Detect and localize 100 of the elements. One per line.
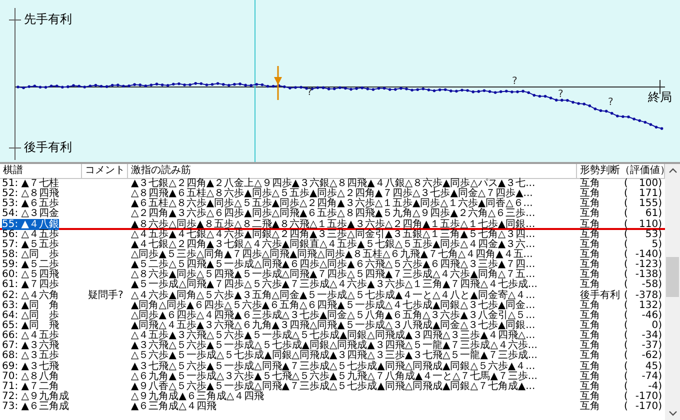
move-cell: 65: ▲同 飛 [2,320,59,331]
paren-text: ( [624,179,629,189]
position-arrow-icon[interactable] [274,66,282,100]
move-cell: 60: △５四飛 [2,269,59,280]
move-cell: 70: △８八角 [2,370,59,382]
paren-text: ( [624,300,629,311]
move-cell: 55: ▲４八銀 [2,218,59,230]
questionable-move-mark: ? [307,88,312,98]
paren-text: ( [624,351,629,362]
reading-line-cell: △４五歩▲４七銀△４六歩▲同銀△２四角▲３三歩△同金引▲３五銀△１三角▲５七角△３四... [131,228,536,240]
paren-text: ( [624,402,629,412]
judgement-cell-text: 互角 [580,382,601,392]
move-cell: 59: ▲５二歩 [2,259,59,270]
paren-text: ( [624,209,629,220]
paren-text: ( [624,310,629,321]
table-row[interactable]: 56: △４五歩 △４五歩▲４七銀△４六歩▲同銀△２四角▲３三歩△同金引▲３五銀△１三角▲５七角△３四... 互角 ( 53) [0,230,665,240]
paren-text: ( [624,392,629,402]
table-row[interactable]: 54: △３四金 △２四角▲３六歩△６四歩▲同歩△同飛▲６五歩△８四飛▲５九角△９四歩▲２六角△６三歩... 互角 ( 61) [0,209,665,220]
comment-cell: 疑問手? [88,290,124,301]
score-cell-text: 45) [645,362,662,372]
score-cell-text: 171) [638,189,662,200]
score-cell-text: -62) [640,351,662,362]
paren-text: ( [624,260,629,270]
judgement-cell-text: 互角 [580,341,601,352]
judgement-cell-text: 後手有利 [580,290,621,301]
chevron-down-icon[interactable] [668,411,676,416]
table-row[interactable]: 69: ▲３七飛 ▲３七飛△５六歩▲５一歩成△同飛▲７三歩成△５七歩成▲同飛△同飛成▲同銀△５六歩▲４... 互角 ( 45) [0,362,665,372]
paren-text: ( [624,320,629,331]
move-cell: 62: △４六角 [2,290,59,301]
table-row[interactable]: 61: ▲７四歩 ▲５一歩成△同飛▲７四歩△５六歩▲７三歩成△４六歩▲３六歩△１三角▲７四飛△４七歩成... 互角 ( -58) [0,280,665,291]
score-cell-text: 155) [638,199,662,210]
paren-text: ( [624,240,629,250]
table-row[interactable]: 62: △４六角 疑問手? △４六歩▲同角△５六歩▲３五角△同金▲５一歩成△５七歩成▲４一と△４八と▲同金寄△４... 後手有利 ( -378) [0,290,665,301]
score-cell-text: -140) [634,250,662,260]
judgement-cell-text: 互角 [580,372,601,382]
reading-line-cell: ▲３七飛△５六歩▲５一歩成△同飛▲７三歩成△５七歩成▲同飛△同飛成▲同銀△５六歩▲４... [131,360,536,372]
score-cell-text: -123) [634,260,662,270]
scrollbar-thumb[interactable] [666,257,679,297]
score-cell-text: 100) [638,179,662,189]
scrollbar[interactable] [665,164,680,420]
move-cell: 63: ▲同 角 [2,300,59,311]
move-cell: 54: △３四金 [2,208,59,220]
paren-text: ( [624,372,629,382]
questionable-move-mark: ? [512,77,518,87]
score-cell-text: -46) [640,310,662,321]
column-header[interactable]: 激指の読み筋 [128,164,577,178]
paren-text: ( [624,280,629,290]
paren-text: ( [624,362,629,372]
table-row[interactable]: 57: ▲５五歩 ▲４七銀△２四角▲３七銀△４六歩▲同銀直△４五歩▲５七銀△５五歩▲同歩△４四金▲３六... 互角 ( 5) [0,240,665,250]
gote-advantage-label: 後手有利 [24,140,72,154]
reading-line-cell: ▲６五桂△８六歩▲同歩△５五歩▲同歩△２四角▲３六歩△１五歩▲同歩△１六歩▲同香△６... [131,198,533,210]
reading-line-cell: ▲９八香△５六歩▲５一歩成△同飛▲７三歩成△５七歩成▲同飛△同飛成▲同銀△７七角成▲... [131,380,536,392]
paren-text: ( [624,220,629,228]
judgement-cell-text: 互角 [580,209,601,220]
score-cell-text: 0) [652,320,662,331]
table-row[interactable]: 71: ▲７二角 ▲９八香△５六歩▲５一歩成△同飛▲７三歩成△５七歩成▲同飛△同飛成▲同銀△７七角成▲... 互角 ( -4) [0,382,665,392]
reading-line-cell: △９九角成▲６三角成△４四飛 [131,390,264,402]
judgement-cell-text: 互角 [580,392,601,402]
judgement-cell-text: 互角 [580,179,601,189]
questionable-move-mark: ? [608,98,614,108]
judgement-cell-text: 互角 [580,310,601,321]
score-cell-text: -37) [640,341,662,352]
table-row[interactable]: 55: ▲４八銀 ▲８六歩△同歩▲８五歩△８二飛▲８六飛△１五歩▲３六歩△２四角▲１五歩△１七歩▲同銀... 互角 ( 110) [0,220,665,230]
judgement-cell-text: 互角 [580,320,601,331]
table-row[interactable]: 73: ▲６三角成 ▲６三角成△４四飛 互角 ( -170) [0,402,665,412]
move-cell: 69: ▲３七飛 [2,360,59,372]
judgement-cell-text: 互角 [580,402,601,412]
move-cell: 58: △同 歩 [2,248,59,260]
score-cell-text: 110) [638,220,662,228]
table-row[interactable]: 70: △８八角 △６九角▲５一歩成△３六歩▲５七飛△５六歩▲５九飛△７八角成▲４一と△７七馬▲７三歩... 互角 ( -74) [0,372,665,382]
column-header[interactable]: 棋譜 [0,164,82,178]
judgement-cell-text: 互角 [580,362,601,372]
judgement-cell-text: 互角 [580,300,601,311]
score-cell-text: -58) [642,280,662,290]
reading-line-cell: △５六歩▲５一歩成△５七歩成▲同銀△同飛成▲３四飛△３三歩▲３七飛△５一龍▲７三歩成... [131,350,538,362]
table-row[interactable]: 68: △３五歩 △５六歩▲５一歩成△５七歩成▲同銀△同飛成▲３四飛△３三歩▲３七飛△５一龍▲７三歩成... 互角 ( -62) [0,351,665,362]
score-cell-text: -170) [634,402,662,412]
reading-line-cell: ▲同角△同歩▲６四歩△５六歩▲６五角△６四飛▲５一歩成△４七歩成▲同銀△３七歩▲同金... [131,300,536,311]
table-row[interactable]: 64: △同 歩 △同歩▲６四歩△４四飛▲６三歩成△３七歩▲同金△５八角▲６五角△３六歩▲３八金引△５... 互角 ( -46) [0,310,665,321]
game-end-label: 終局 [648,90,672,104]
chevron-up-icon[interactable] [668,168,676,173]
paren-text: ( [624,270,629,280]
column-header[interactable]: コメント [82,164,128,178]
move-cell: 64: △同 歩 [2,310,59,321]
score-cell-text: 53) [644,230,662,240]
judgement-cell-text: 互角 [580,270,601,280]
score-cell-text: -378) [634,290,662,301]
move-cell: 56: △４五歩 [2,228,59,240]
score-cell-text: 5) [652,240,662,250]
table-row[interactable]: 53: ▲６五歩 ▲６五桂△８六歩▲同歩△５五歩▲同歩△２四角▲３六歩△１五歩▲同歩△１六歩▲同香△６... 互角 ( 155) [0,199,665,210]
reading-line-cell: ▲８六歩△同歩▲８五歩△８二飛▲８六飛△１五歩▲３六歩△２四角▲１五歩△１七歩▲同銀... [131,218,536,230]
table-row[interactable]: 63: ▲同 角 ▲同角△同歩▲６四歩△５六歩▲６五角△６四飛▲５一歩成△４七歩成▲同銀△３七歩▲同金... 互角 ( 132) [0,300,665,311]
score-cell-text: -34) [640,331,662,342]
score-cell-text: -138) [634,270,662,280]
reading-line-cell: ▲４七銀△２四角▲３七銀△４六歩▲同銀直△４五歩▲５七銀△５五歩▲同歩△４四金▲３六... [131,238,536,250]
move-cell: 72: △９九角成 [2,390,69,402]
judgement-cell-text: 互角 [580,331,601,342]
paren-text: ( [624,250,629,260]
reading-line-cell: △６九角▲５一歩成△３六歩▲５七飛△５六歩▲５九飛△７八角成▲４一と△７七馬▲７三歩... [131,370,538,382]
move-cell: 73: ▲６三角成 [2,401,69,412]
